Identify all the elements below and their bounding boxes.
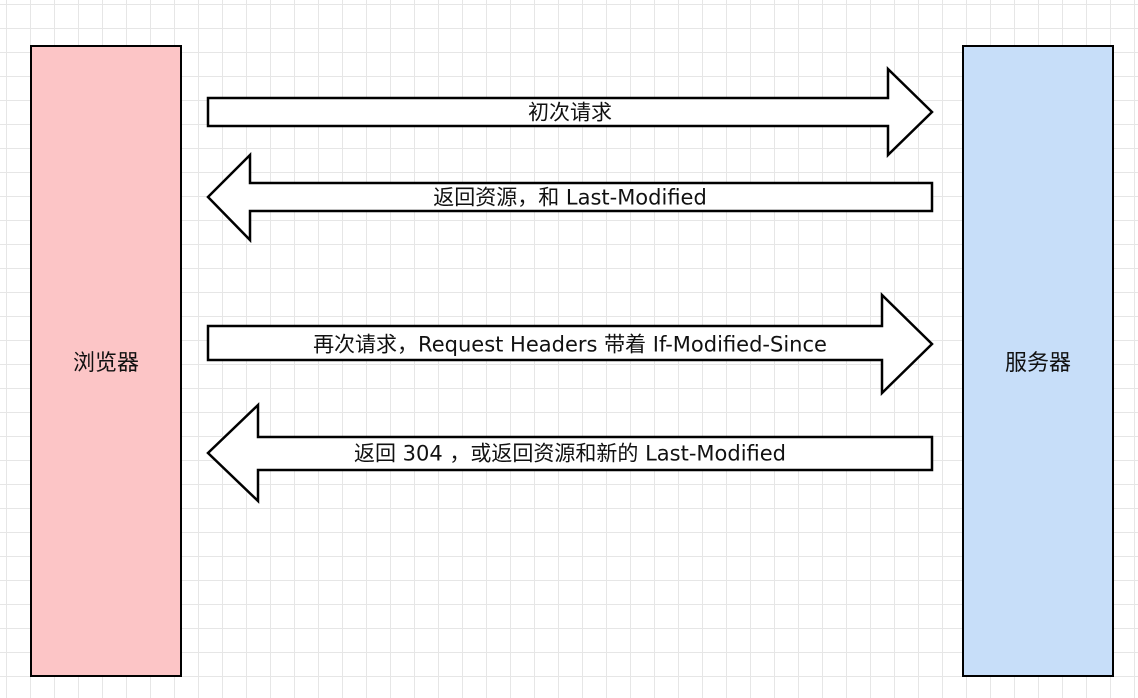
message-label-3: 再次请求，Request Headers 带着 If-Modified-Sinc… xyxy=(313,332,827,357)
message-label-1: 初次请求 xyxy=(528,100,612,125)
message-label-4: 返回 304 ，或返回资源和新的 Last-Modified xyxy=(353,441,787,466)
message-label-2: 返回资源，和 Last-Modified xyxy=(433,185,707,210)
